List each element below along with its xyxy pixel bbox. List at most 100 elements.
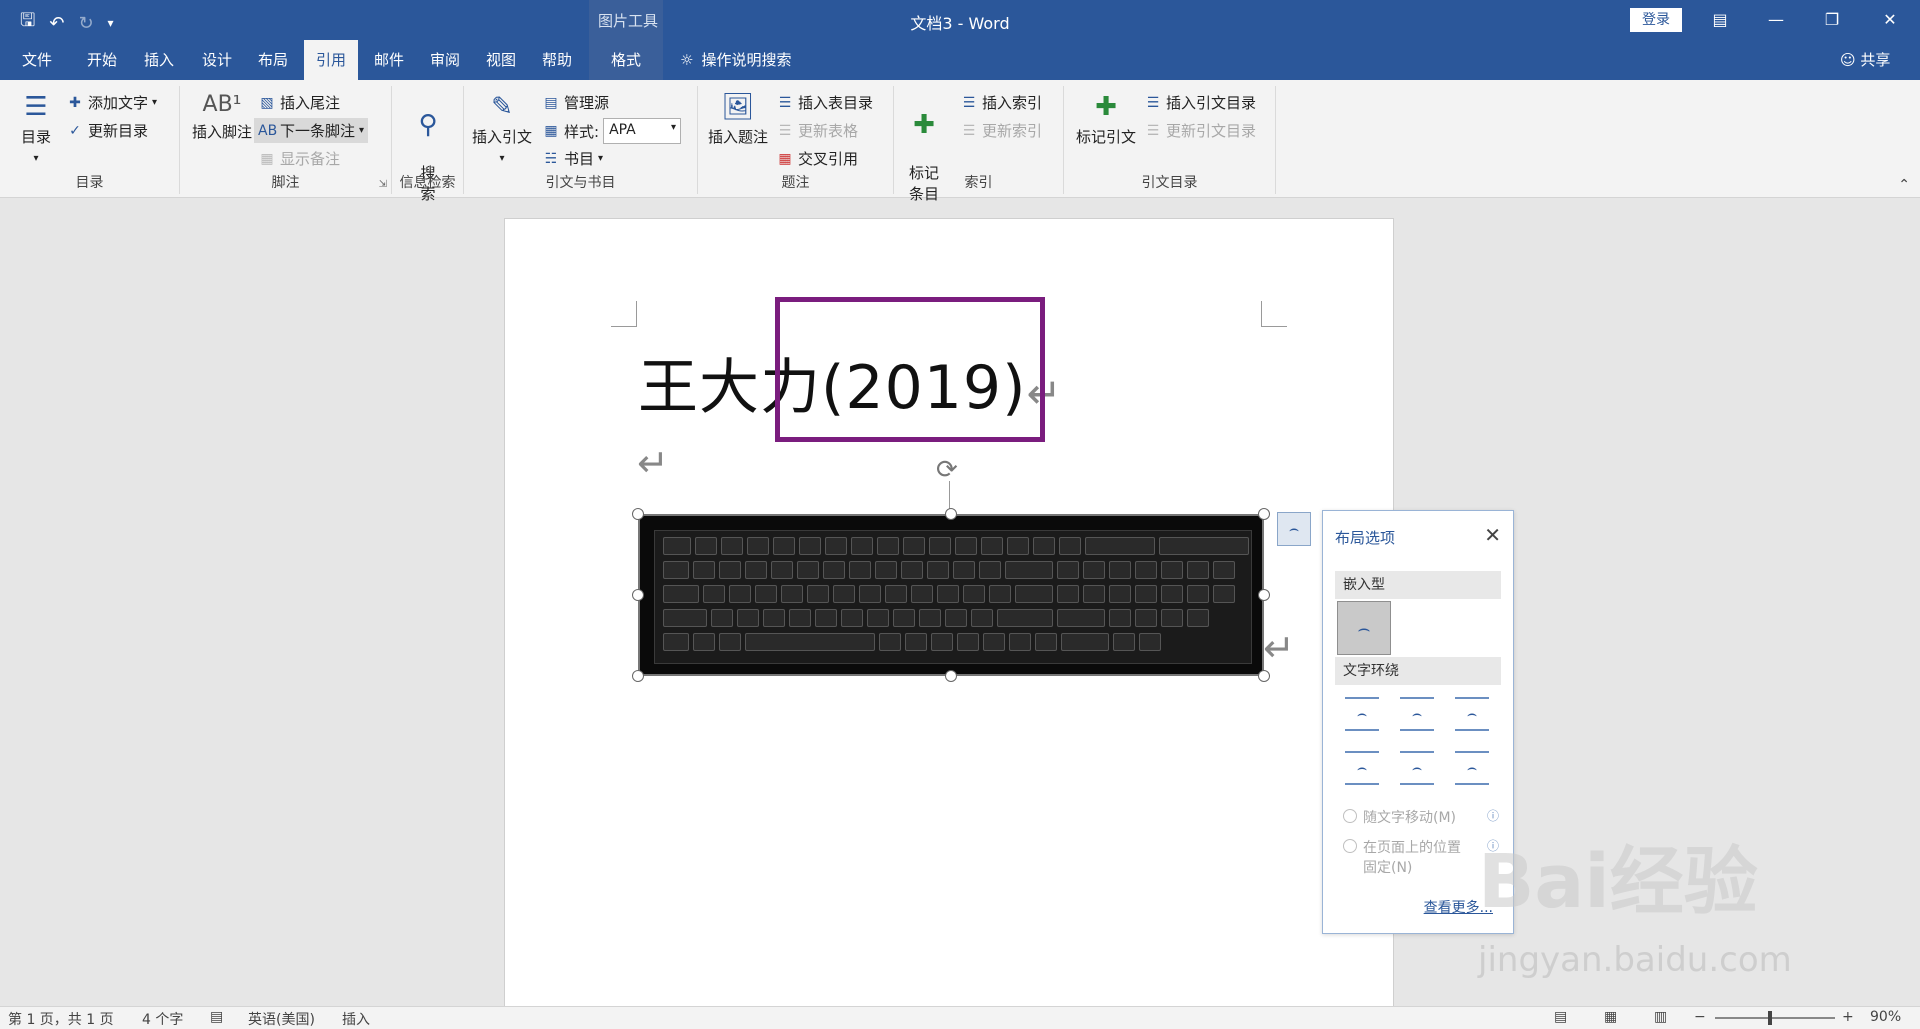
zoom-slider[interactable] [1715,1017,1835,1019]
bibliography-button[interactable]: ☵ 书目 ▾ [542,148,603,169]
citation-style: ▦ 样式: APA ▾ [542,118,682,144]
zoom-slider-thumb[interactable] [1768,1011,1772,1025]
insert-caption-button[interactable]: 🖼 插入题注 [706,92,770,147]
resize-handle-e[interactable] [1258,589,1270,601]
tab-review[interactable]: 审阅 [418,40,472,80]
read-mode-icon[interactable]: ▤ [1554,1009,1567,1025]
proofing-icon[interactable]: ▤ [210,1009,223,1025]
inline-section-header: 嵌入型 [1335,571,1501,599]
zoom-out-icon[interactable]: − [1694,1009,1706,1025]
group-index: ✚ 标记 条目 ☰ 插入索引 ☰ 更新索引 索引 [894,86,1064,203]
minimize-icon[interactable]: — [1756,4,1796,36]
insert-index-button[interactable]: ☰ 插入索引 [960,92,1042,113]
resize-handle-w[interactable] [632,589,644,601]
resize-handle-ne[interactable] [1258,508,1270,520]
restore-icon[interactable]: ❐ [1812,4,1852,36]
update-table-button[interactable]: ☰ 更新表格 [776,120,858,141]
insert-footnote-button[interactable]: AB¹ 插入脚注 [190,92,254,142]
paragraph-mark-icon: ↵ [637,441,669,485]
close-icon[interactable]: ✕ [1870,4,1910,36]
group-label-citations: 引文与书目 [545,175,616,191]
insert-endnote-button[interactable]: ▧ 插入尾注 [258,92,340,113]
insert-mode[interactable]: 插入 [342,1009,370,1029]
wrap-top-bottom-icon[interactable]: ⌢ [1345,751,1379,785]
print-layout-icon[interactable]: ▦ [1604,1009,1617,1025]
next-footnote-icon: AB [258,122,278,139]
group-label-footnotes: 脚注 [271,175,300,191]
wrap-in-front-icon[interactable]: ⌢ [1455,751,1489,785]
mark-citation-button[interactable]: ✚ 标记引文 [1072,92,1140,147]
tab-design[interactable]: 设计 [190,40,244,80]
tab-mailings[interactable]: 邮件 [362,40,416,80]
endnote-icon: ▧ [260,94,274,111]
customize-qat-icon[interactable]: ▾ [108,16,114,30]
tab-file[interactable]: 文件 [10,40,64,80]
move-with-text-radio[interactable]: 随文字移动(M) [1343,807,1456,827]
group-label-index: 索引 [964,175,993,191]
citation-style-select[interactable]: APA ▾ [603,118,682,144]
layout-panel-title: 布局选项 [1335,529,1396,547]
undo-icon[interactable]: ↶ [49,13,64,34]
tab-view[interactable]: 视图 [474,40,528,80]
rotate-handle-icon[interactable]: ⟳ [936,455,958,485]
layout-options-button[interactable]: ⌢ [1277,512,1311,546]
manage-sources-button[interactable]: ▤ 管理源 [542,92,609,113]
zoom-level[interactable]: 90% [1870,1009,1901,1025]
selected-image[interactable] [632,508,1270,682]
toc-button[interactable]: ☰ 目录 ▾ [14,92,58,165]
mark-entry-icon: ✚ [913,110,935,140]
wrap-square-icon[interactable]: ⌢ [1345,697,1379,731]
share-button[interactable]: ☺ 共享 [1840,40,1890,80]
resize-handle-s[interactable] [945,670,957,682]
insert-citation-button[interactable]: ✎ 插入引文 ▾ [470,92,534,165]
fix-position-radio[interactable]: 在页面上的位置 固定(N) [1343,837,1461,877]
watermark-brand: Bai经验 [1478,839,1758,925]
toc-icon: ☰ [24,92,48,122]
update-toa-button[interactable]: ☰ 更新引文目录 [1144,120,1256,141]
context-tools-label: 图片工具 [598,12,659,30]
next-footnote-button[interactable]: AB 下一条脚注 ▾ [254,118,369,143]
cross-reference-button[interactable]: ▦ 交叉引用 [776,148,858,169]
resize-handle-se[interactable] [1258,670,1270,682]
ribbon-display-icon[interactable]: ▤ [1700,4,1740,36]
tab-format[interactable]: 格式 [589,40,663,80]
tab-home[interactable]: 开始 [74,40,130,80]
redo-icon[interactable]: ↻ [78,13,93,34]
group-footnotes: AB¹ 插入脚注 ▧ 插入尾注 AB 下一条脚注 ▾ ▦ 显示备注 脚注 ⇲ [180,86,392,194]
zoom-in-icon[interactable]: + [1842,1009,1854,1025]
wrap-through-icon[interactable]: ⌢ [1455,697,1489,731]
wrap-behind-text-icon[interactable]: ⌢ [1400,751,1434,785]
web-layout-icon[interactable]: ▥ [1654,1009,1667,1025]
resize-handle-sw[interactable] [632,670,644,682]
collapse-ribbon-icon[interactable]: ⌃ [1898,177,1910,193]
update-index-button[interactable]: ☰ 更新索引 [960,120,1042,141]
wrap-inline-icon[interactable]: ⌢ [1337,601,1391,655]
tab-insert[interactable]: 插入 [132,40,186,80]
resize-handle-n[interactable] [945,508,957,520]
insert-toa-button[interactable]: ☰ 插入引文目录 [1144,92,1256,113]
insert-index-icon: ☰ [962,94,976,111]
footnote-dialog-launcher-icon[interactable]: ⇲ [379,179,387,190]
wrap-tight-icon[interactable]: ⌢ [1400,697,1434,731]
group-citations: ✎ 插入引文 ▾ ▤ 管理源 ▦ 样式: APA ▾ ☵ 书目 ▾ 引文与书目 [464,86,698,194]
tab-layout[interactable]: 布局 [246,40,300,80]
add-text-button[interactable]: ✚ 添加文字 ▾ [66,92,157,113]
document-page[interactable]: 王大力(2019)↵ ↵ ⟳ ⌢ ↵ [504,218,1394,1008]
show-notes-button[interactable]: ▦ 显示备注 [258,148,340,169]
watermark-url: jingyan.baidu.com [1478,940,1792,980]
page-count[interactable]: 第 1 页，共 1 页 [8,1009,114,1029]
word-count[interactable]: 4 个字 [142,1009,183,1029]
manage-sources-icon: ▤ [544,94,558,111]
share-label: 共享 [1860,51,1891,69]
login-button[interactable]: 登录 [1630,8,1682,32]
annotation-highlight-box [775,297,1045,442]
update-toc-button[interactable]: ✓ 更新目录 [66,120,148,141]
save-icon[interactable]: 🖫 [20,8,35,38]
resize-handle-nw[interactable] [632,508,644,520]
close-icon[interactable]: ✕ [1484,523,1501,547]
tab-references[interactable]: 引用 [304,40,358,80]
insert-table-of-figures-button[interactable]: ☰ 插入表目录 [776,92,873,113]
tell-me-search[interactable]: ☼ 操作说明搜索 [680,40,791,80]
language-status[interactable]: 英语(美国) [248,1009,315,1029]
tab-help[interactable]: 帮助 [530,40,584,80]
